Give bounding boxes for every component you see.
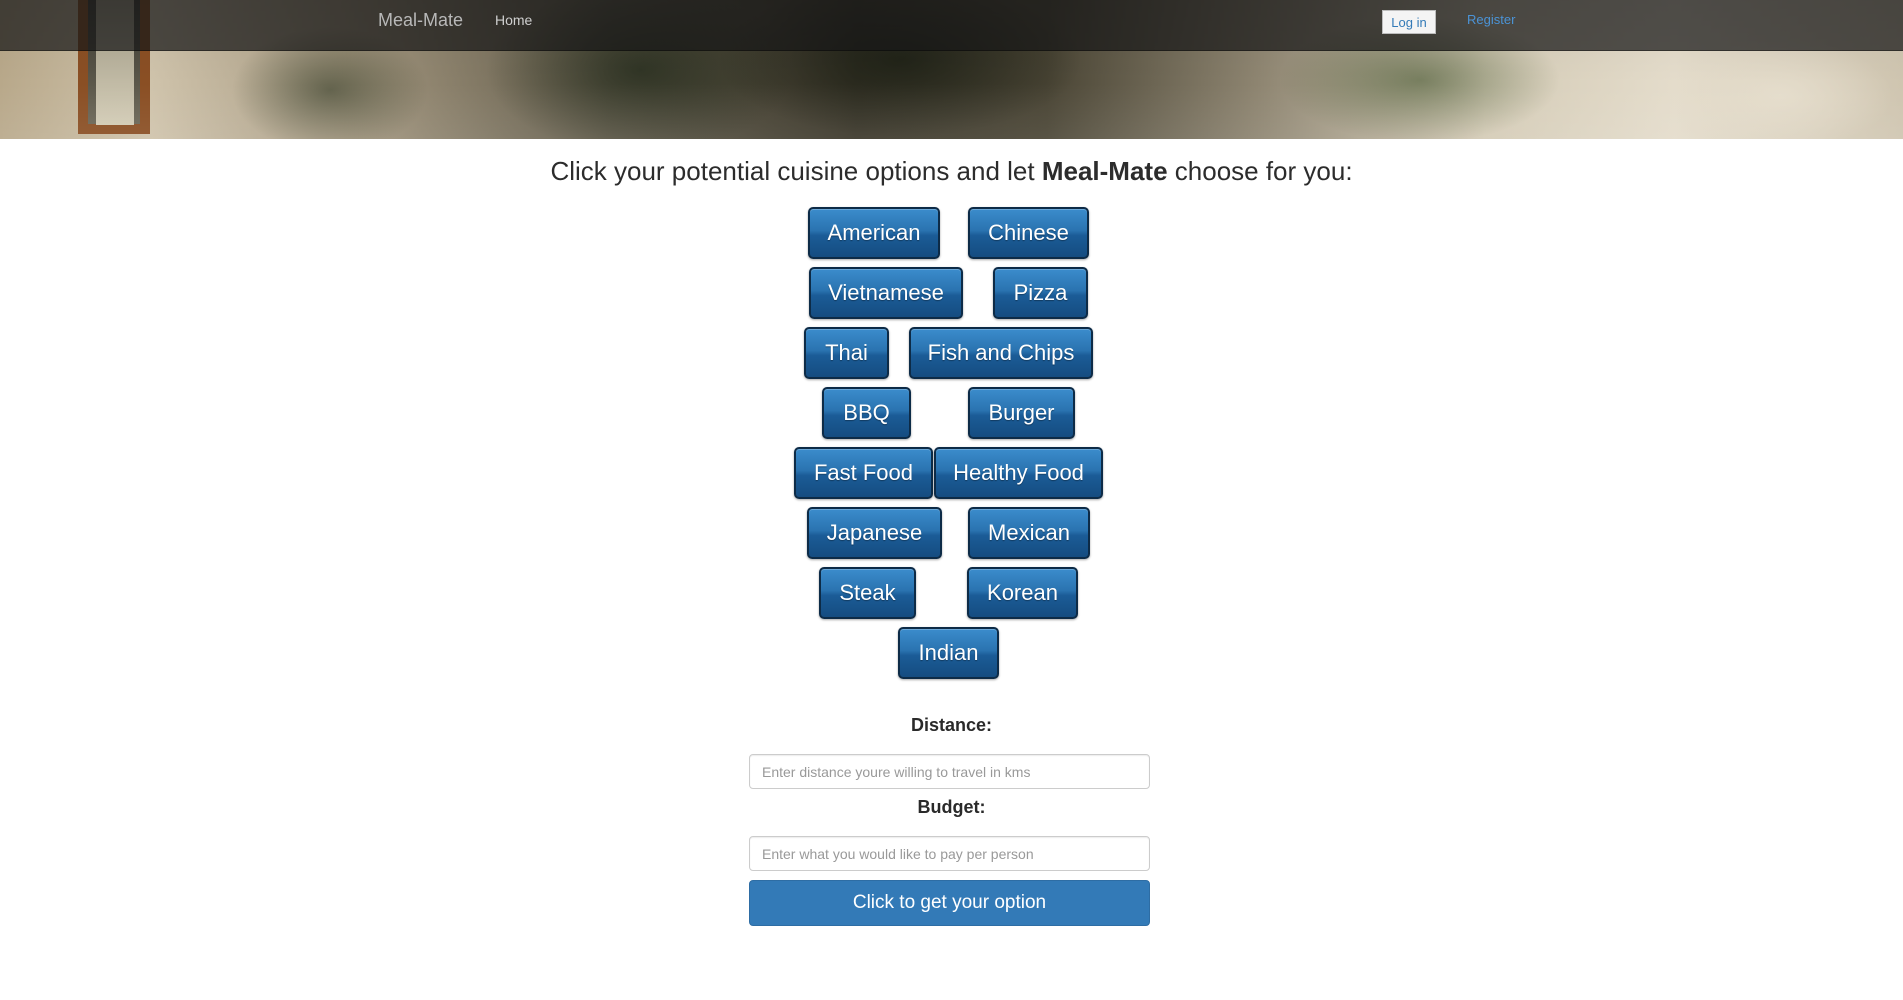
distance-input[interactable] <box>749 754 1150 789</box>
cuisine-button-burger[interactable]: Burger <box>968 387 1075 439</box>
cuisine-button-mexican[interactable]: Mexican <box>968 507 1090 559</box>
login-button[interactable]: Log in <box>1382 10 1436 34</box>
cuisine-button-fish-and-chips[interactable]: Fish and Chips <box>909 327 1093 379</box>
cuisine-button-pizza[interactable]: Pizza <box>993 267 1088 319</box>
nav-home-link[interactable]: Home <box>495 12 532 28</box>
headline-brand: Meal-Mate <box>1041 156 1168 186</box>
distance-label: Distance: <box>910 715 993 735</box>
cuisine-button-japanese[interactable]: Japanese <box>807 507 942 559</box>
top-navbar: Meal-Mate Home Log in Register <box>0 0 1903 51</box>
page-headline: Click your potential cuisine options and… <box>0 156 1903 187</box>
budget-label: Budget: <box>917 797 986 817</box>
get-option-button[interactable]: Click to get your option <box>749 880 1150 926</box>
cuisine-button-vietnamese[interactable]: Vietnamese <box>809 267 963 319</box>
cuisine-button-healthy-food[interactable]: Healthy Food <box>934 447 1103 499</box>
cuisine-button-thai[interactable]: Thai <box>804 327 889 379</box>
brand-link[interactable]: Meal-Mate <box>378 10 463 31</box>
cuisine-button-chinese[interactable]: Chinese <box>968 207 1089 259</box>
headline-suffix: choose for you: <box>1167 156 1353 186</box>
budget-input[interactable] <box>749 836 1150 871</box>
cuisine-button-steak[interactable]: Steak <box>819 567 916 619</box>
headline-prefix: Click your potential cuisine options and… <box>550 156 1042 186</box>
cuisine-button-fast-food[interactable]: Fast Food <box>794 447 933 499</box>
cuisine-button-indian[interactable]: Indian <box>898 627 999 679</box>
cuisine-button-bbq[interactable]: BBQ <box>822 387 911 439</box>
register-link[interactable]: Register <box>1467 12 1515 27</box>
page: Meal-Mate Home Log in Register Click you… <box>0 0 1903 1000</box>
cuisine-button-korean[interactable]: Korean <box>967 567 1078 619</box>
cuisine-button-american[interactable]: American <box>808 207 940 259</box>
